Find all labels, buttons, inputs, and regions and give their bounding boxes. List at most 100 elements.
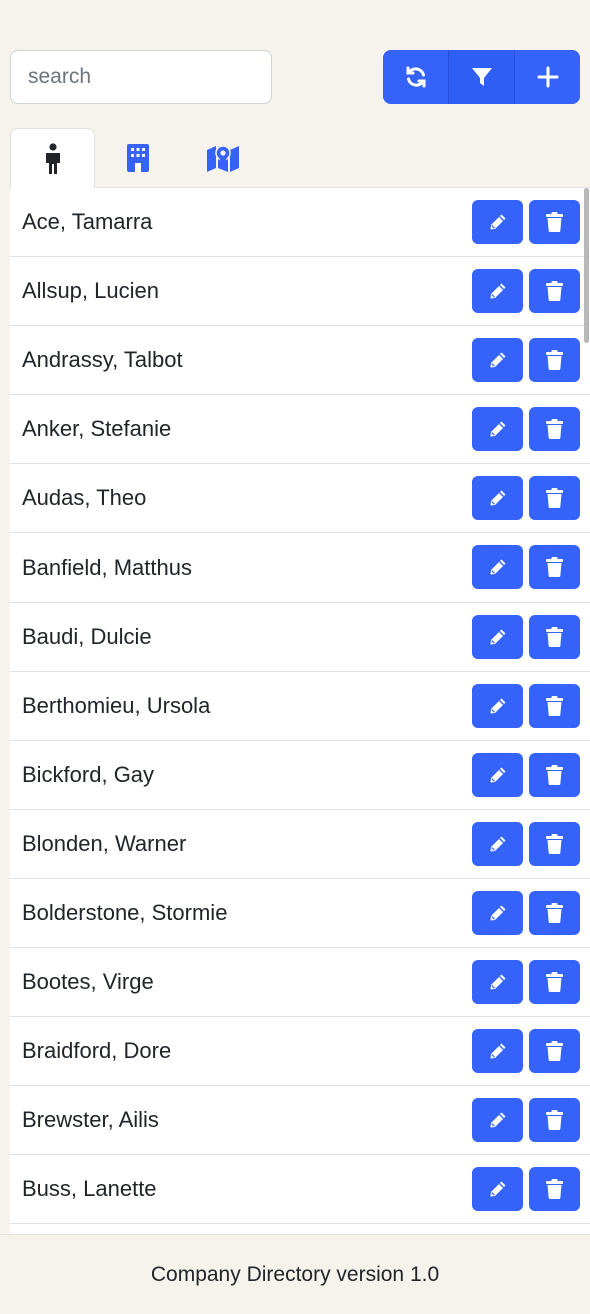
edit-button[interactable] [472,338,523,383]
trash-icon [546,902,563,923]
delete-button[interactable] [529,752,580,797]
plus-icon [537,66,558,88]
filter-button[interactable] [448,50,515,104]
refresh-button[interactable] [383,50,448,104]
delete-button[interactable] [529,614,580,659]
row-actions [472,960,580,1005]
list-item[interactable]: Blonden, Warner [10,810,590,879]
person-name: Andrassy, Talbot [22,347,183,373]
edit-button[interactable] [472,614,523,659]
pencil-icon [490,767,505,783]
pencil-icon [490,905,505,921]
edit-button[interactable] [472,1029,523,1074]
list-item[interactable]: Braidford, Dore [10,1017,590,1087]
delete-button[interactable] [529,1029,580,1074]
list-item[interactable]: Buss, Lanette [10,1155,590,1225]
trash-icon [546,626,563,647]
pencil-icon [490,490,505,506]
row-actions [472,338,580,383]
delete-button[interactable] [529,407,580,452]
edit-button[interactable] [472,752,523,797]
delete-button[interactable] [529,683,580,728]
row-actions [472,890,580,935]
delete-button[interactable] [529,338,580,383]
list-item[interactable]: Allsup, Lucien [10,257,590,327]
person-name: Anker, Stefanie [22,416,172,442]
edit-button[interactable] [472,683,523,728]
delete-button[interactable] [529,476,580,521]
map-pin-icon [206,145,239,172]
trash-icon [546,695,563,716]
edit-button[interactable] [472,1167,523,1212]
pencil-icon [490,559,505,575]
tab-personnel[interactable] [10,128,95,189]
list-item[interactable]: Ace, Tamarra [10,188,590,258]
delete-button[interactable] [529,1098,580,1143]
trash-icon [546,350,563,371]
person-name: Blonden, Warner [22,830,187,856]
trash-icon [546,1179,563,1200]
pencil-icon [490,698,505,714]
delete-button[interactable] [529,821,580,866]
row-actions [472,545,580,590]
delete-button[interactable] [529,269,580,314]
list-item[interactable]: Bootes, Virge [10,948,590,1018]
filter-icon [471,68,492,86]
search-input[interactable] [10,50,272,104]
trash-icon [546,833,563,854]
list-item[interactable]: Audas, Theo [10,464,590,534]
delete-button[interactable] [529,545,580,590]
delete-button[interactable] [529,1167,580,1212]
row-actions [472,476,580,521]
delete-button[interactable] [529,200,580,244]
row-actions [472,1167,580,1212]
row-actions [472,1029,580,1074]
tab-locations[interactable] [180,128,265,188]
trash-icon [546,764,563,785]
edit-button[interactable] [472,960,523,1005]
row-actions [472,407,580,452]
edit-button[interactable] [472,545,523,590]
delete-button[interactable] [529,890,580,935]
edit-button[interactable] [472,269,523,314]
person-name: Baudi, Dulcie [22,623,152,649]
edit-button[interactable] [472,821,523,866]
edit-button[interactable] [472,407,523,452]
list-item[interactable]: Berthomieu, Ursola [10,672,590,741]
row-actions [472,821,580,866]
row-actions [472,614,580,659]
building-icon [126,144,149,172]
pencil-icon [490,629,505,645]
refresh-icon [406,66,425,88]
person-name: Berthomieu, Ursola [22,692,211,718]
person-name: Buss, Lanette [22,1176,157,1202]
list-item[interactable]: Bickford, Gay [10,741,590,810]
trash-icon [546,419,563,440]
list-scrollbar[interactable] [584,188,589,343]
pencil-icon [490,974,505,990]
pencil-icon [490,1181,505,1197]
edit-button[interactable] [472,1098,523,1143]
tab-departments[interactable] [95,128,180,188]
list-item[interactable]: Anker, Stefanie [10,395,590,465]
add-button[interactable] [515,50,580,104]
list-item[interactable]: Banfield, Matthus [10,533,590,603]
person-name: Allsup, Lucien [22,278,159,304]
person-name: Bolderstone, Stormie [22,899,228,925]
delete-button[interactable] [529,960,580,1005]
trash-icon [546,212,563,232]
list-item[interactable]: Andrassy, Talbot [10,326,590,396]
edit-button[interactable] [472,890,523,935]
person-name: Braidford, Dore [22,1038,172,1064]
pencil-icon [490,1112,505,1128]
edit-button[interactable] [472,476,523,521]
list-item[interactable]: Baudi, Dulcie [10,603,590,672]
pencil-icon [490,352,505,368]
list-item[interactable]: Brewster, Ailis [10,1086,590,1156]
toolbar-button-group [383,50,580,104]
list-item[interactable]: Bolderstone, Stormie [10,879,590,949]
top-bar [10,50,580,104]
pencil-icon [490,214,505,230]
trash-icon [546,557,563,578]
edit-button[interactable] [472,200,523,244]
